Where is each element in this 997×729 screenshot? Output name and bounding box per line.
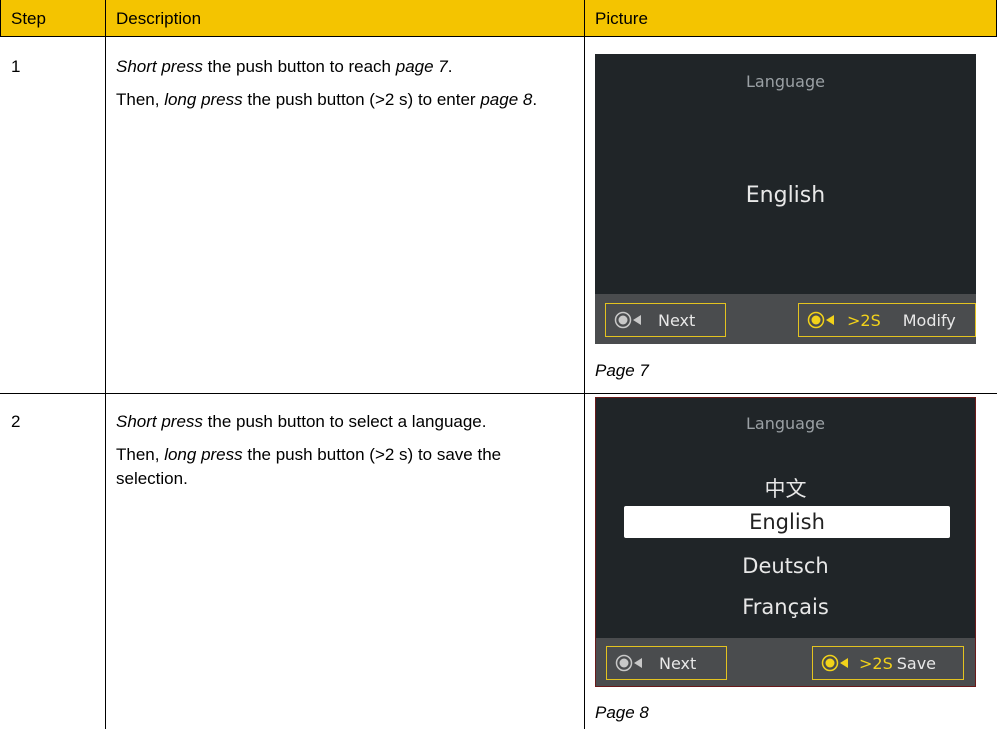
screen-button-bar: Next >2S Modify [595,294,976,344]
description-text: Then, [116,90,165,109]
description-text: . [532,90,538,109]
description-line: Short press the push button to reach pag… [116,55,576,79]
push-button-icon [821,654,855,672]
description-line: Then, long press the push button (>2 s) … [116,88,576,112]
header-step: Step [11,9,46,28]
step-number: 1 [11,57,21,76]
description-text: the push button to select a language. [202,412,487,431]
emphasis-text: long press [164,445,243,464]
hold-duration: >2S [847,310,881,330]
emphasis-text: Short press [116,57,203,76]
header-picture: Picture [595,9,648,28]
step-description: Short press the push button to reach pag… [116,55,576,121]
emphasis-text: long press [164,90,243,109]
description-text: Then, [116,445,165,464]
language-option-selected[interactable]: English [624,506,950,538]
screen-title: Language [746,72,825,91]
screen-button-bar: Next >2S Save [596,638,975,686]
push-button-icon [807,311,841,329]
button-label: Modify [902,310,956,330]
grid-line [0,393,997,394]
next-button[interactable]: Next [606,646,727,680]
step-number: 2 [11,412,21,431]
description-text: the push button to reach [202,57,396,76]
grid-line [105,0,106,729]
emphasis-text: page 8 [480,90,533,109]
screen-title: Language [746,414,825,433]
grid-line [0,0,1,36]
language-option[interactable]: Français [596,595,975,619]
screen-value: English [745,183,826,208]
description-line: Short press the push button to select a … [116,410,556,434]
save-button[interactable]: >2S Save [812,646,964,680]
instruction-table: Step Description Picture 1 Short press t… [0,0,997,729]
device-screen-page-7: Language English Next >2S Modify [595,54,976,344]
language-option[interactable]: Deutsch [596,554,975,578]
next-button[interactable]: Next [605,303,726,337]
description-line: Then, long press the push button (>2 s) … [116,443,556,491]
hold-duration: >2S [859,653,893,673]
emphasis-text: page 7 [395,57,448,76]
picture-caption: Page 7 [595,361,649,380]
description-text: . [447,57,453,76]
header-description: Description [116,9,202,28]
button-label: Next [659,653,697,673]
grid-line [0,36,997,37]
picture-caption: Page 8 [595,703,649,722]
modify-button[interactable]: >2S Modify [798,303,976,337]
device-screen-page-8: Language 中文 English Deutsch Français Nex… [595,397,976,687]
push-button-icon [614,311,648,329]
description-text: the push button (>2 s) to enter [242,90,481,109]
grid-line [584,0,585,729]
emphasis-text: Short press [116,412,203,431]
push-button-icon [615,654,649,672]
language-option[interactable]: 中文 [596,473,975,503]
button-label: Next [658,310,696,330]
step-description: Short press the push button to select a … [116,410,556,500]
button-label: Save [896,653,937,673]
